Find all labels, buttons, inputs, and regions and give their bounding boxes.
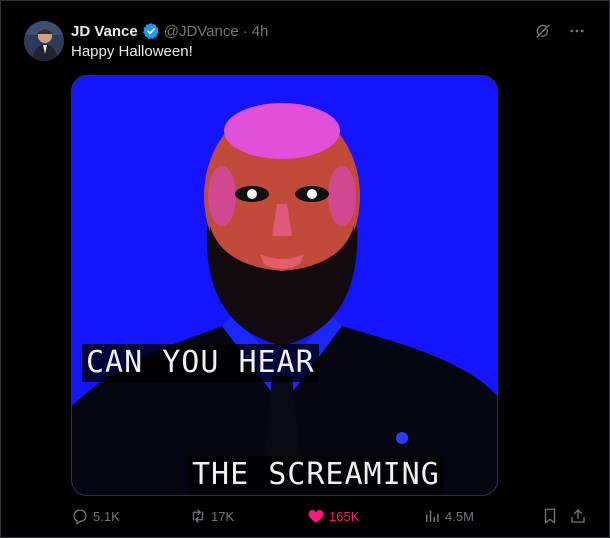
separator-dot: ·	[242, 22, 248, 40]
media-caption-line1: CAN YOU HEAR	[82, 344, 319, 382]
tweet-actions: 5.1K 17K 165K 4.5M	[71, 507, 591, 529]
reply-button[interactable]: 5.1K	[71, 507, 120, 525]
media-caption-line2: THE SCREAMING	[188, 456, 444, 494]
reply-icon	[73, 509, 87, 525]
heart-icon	[308, 510, 324, 523]
grok-icon[interactable]	[533, 21, 553, 41]
bookmark-button[interactable]	[541, 507, 559, 525]
avatar[interactable]	[24, 21, 64, 61]
bookmark-icon	[544, 508, 556, 524]
views-count: 4.5M	[445, 508, 474, 524]
like-button[interactable]: 165K	[307, 507, 359, 525]
author-name[interactable]: JD Vance	[71, 23, 138, 40]
share-icon	[571, 509, 585, 523]
tweet-media-image[interactable]: CAN YOU HEAR THE SCREAMING	[71, 75, 498, 496]
verified-badge-icon[interactable]	[142, 22, 160, 40]
repost-button[interactable]: 17K	[189, 507, 234, 525]
views-button[interactable]: 4.5M	[423, 507, 474, 525]
more-icon[interactable]	[567, 21, 587, 41]
author-handle[interactable]: @JDVance	[164, 23, 239, 40]
share-button[interactable]	[569, 507, 587, 525]
tweet-header: JD Vance @JDVance · 4h	[71, 21, 268, 41]
like-count: 165K	[329, 508, 360, 524]
repost-icon	[192, 509, 204, 523]
views-icon	[426, 510, 439, 522]
tweet-timestamp[interactable]: 4h	[252, 23, 269, 40]
tweet-card[interactable]: JD Vance @JDVance · 4h Happy Halloween!	[0, 0, 610, 538]
header-actions	[533, 21, 587, 41]
reply-count: 5.1K	[93, 508, 120, 524]
repost-count: 17K	[211, 508, 235, 524]
tweet-text: Happy Halloween!	[71, 43, 193, 60]
